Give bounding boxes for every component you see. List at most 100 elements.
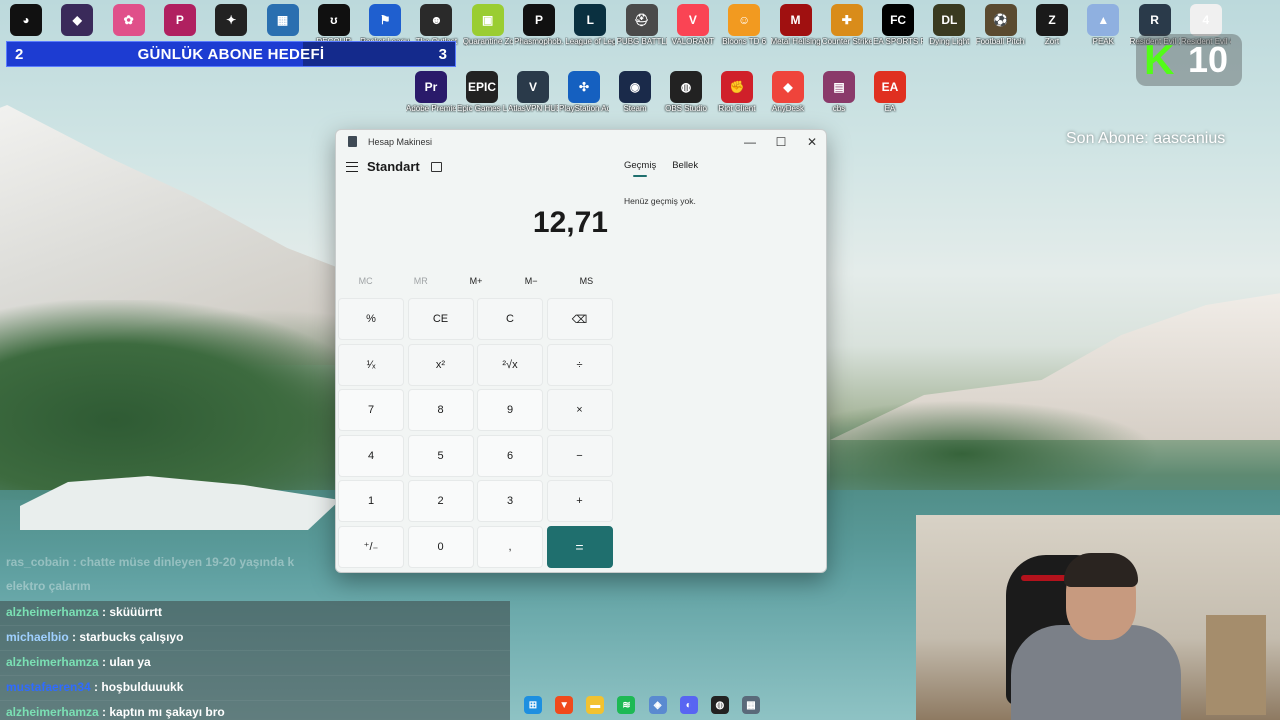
desktop-icon-dying-light[interactable]: DL Dying Light [924, 4, 974, 46]
app-4-icon: P [163, 4, 196, 36]
subtract-key[interactable]: − [546, 434, 613, 477]
digit-2-key[interactable]: 2 [407, 480, 474, 522]
desktop-icon-riot-client[interactable]: ✊ Riot Client [712, 71, 762, 113]
desktop-icon-league-of-legends[interactable]: LLeague of Legends [565, 4, 615, 46]
desktop-icon-playstation-accessories[interactable]: ✣PlayStation Accessories [559, 71, 609, 113]
spotify-icon[interactable]: ≋ [617, 696, 636, 714]
desktop-icon-atlasvpn-hub[interactable]: V AtlasVPN HUB [508, 71, 558, 113]
kick-count: 10 [1188, 39, 1229, 80]
digit-5-key[interactable]: 5 [407, 434, 474, 477]
digit-4-key[interactable]: 4 [338, 434, 404, 477]
title-bar[interactable]: Hesap Makinesi — ☐ ✕ [336, 130, 826, 154]
rocket-league-icon: ⚑ [369, 4, 402, 36]
league-of-legends-icon: L [574, 4, 607, 36]
maximize-button[interactable]: ☐ [773, 134, 789, 150]
desktop-icon-label: EA [884, 104, 896, 113]
desktop-icon-ea[interactable]: EA EA [865, 71, 915, 113]
navigation-menu-icon[interactable] [346, 162, 358, 172]
obs-icon[interactable]: ◍ [710, 696, 729, 714]
desktop-icon-peak[interactable]: ▲ PEAK [1078, 4, 1128, 46]
desktop-icon-steam[interactable]: ◉ Steam [610, 71, 660, 113]
desktop-icon-the-outlast[interactable]: ☻The Outlast [411, 4, 461, 46]
desktop-icon-valorant[interactable]: V VALORANT [668, 4, 718, 46]
desktop-icon-decour[interactable]: ʊDECOUR [309, 4, 359, 46]
chat-faded-line: elektro çalarım [6, 579, 91, 593]
windows-start-icon[interactable]: ⊞ [524, 696, 542, 714]
memory-mminus-button[interactable]: M− [505, 276, 558, 286]
memory-mplus-button[interactable]: M+ [449, 276, 502, 286]
calculator-window: Hesap Makinesi — ☐ ✕ Standart 12,71 MC MR… [335, 129, 827, 573]
digit-6-key[interactable]: 6 [477, 434, 543, 477]
webcam-feed [916, 515, 1280, 720]
desktop-icon-phasmophob[interactable]: P Phasmophob... [514, 4, 564, 46]
desktop-icon-label: Epic Games Launcher [457, 104, 507, 113]
equals-key[interactable]: = [546, 525, 613, 568]
desktop-icon-adobe-premiere-p[interactable]: PrAdobe Premiere P... [406, 71, 456, 113]
digit-1-key[interactable]: 1 [338, 480, 404, 522]
reciprocal-key[interactable]: ¹⁄ₓ [338, 343, 404, 386]
desktop-icon-ea-sports-fc-25[interactable]: FCEA SPORTS FC 25 [873, 4, 923, 46]
close-button[interactable]: ✕ [804, 134, 820, 150]
bloons-td-6-icon: ☺ [728, 4, 761, 36]
goal-target-count: 3 [438, 46, 447, 63]
square-key[interactable]: x² [407, 343, 474, 386]
desktop-icon-app-5[interactable]: ✦ [206, 4, 256, 37]
backspace-key[interactable]: ⌫ [546, 298, 613, 340]
desktop-icon-football-pitch-si[interactable]: ⚽Football Pitch Si... [976, 4, 1026, 46]
desktop-icon-rocket-league[interactable]: ⚑Rocket League [360, 4, 410, 46]
multiply-key[interactable]: × [546, 389, 613, 431]
tab-memory[interactable]: Bellek [672, 160, 698, 177]
add-key[interactable]: + [546, 480, 613, 522]
square-root-key[interactable]: ²√x [477, 343, 543, 386]
desktop-icon-metal-hellsinger[interactable]: MMetal Hellsinger [771, 4, 821, 46]
discord-icon[interactable]: ◐ [679, 696, 698, 714]
desktop-icon-app-2[interactable]: ◆ [52, 4, 102, 37]
obs-studio-icon: ◍ [670, 71, 702, 103]
epic-games-launcher-icon: EPIC [466, 71, 498, 103]
desktop-icon-cbs[interactable]: ▤ cbs [814, 71, 864, 113]
brave-browser-icon[interactable]: ▼ [555, 696, 574, 714]
desktop-icon-label: AnyDesk [771, 104, 804, 113]
percent-key[interactable]: % [338, 298, 404, 340]
digit-3-key[interactable]: 3 [477, 480, 543, 522]
peak-icon: ▲ [1087, 4, 1120, 36]
desktop-icon-epic-games-launcher[interactable]: EPICEpic Games Launcher [457, 71, 507, 113]
desktop-icon-anydesk[interactable]: ◆ AnyDesk [763, 71, 813, 113]
keep-on-top-icon[interactable] [431, 162, 442, 172]
memory-mr-button[interactable]: MR [394, 276, 447, 286]
desktop-icon-pubg-battlegr[interactable]: ⛑PUBG BATTLEGR... [617, 4, 667, 46]
calculator-app-icon [348, 136, 357, 147]
last-subscriber: Son Abone: aascanius [1066, 130, 1226, 147]
result-display: 12,71 [532, 206, 608, 239]
desktop-icon-app-1[interactable]: ◕ [1, 4, 51, 37]
clear-entry-key[interactable]: CE [407, 298, 474, 340]
desktop-icon-label: AtlasVPN HUB [508, 104, 558, 113]
digit-9-key[interactable]: 9 [477, 389, 543, 431]
digit-8-key[interactable]: 8 [407, 389, 474, 431]
file-explorer-icon[interactable]: ▬ [586, 696, 605, 714]
memory-mc-button[interactable]: MC [339, 276, 392, 286]
chat-text: : sküüürrtt [98, 605, 163, 619]
the-outlast-icon: ☻ [420, 4, 453, 36]
desktop-icon-counter-strike-2[interactable]: ✚Counter Strike 2 [822, 4, 872, 46]
clear-key[interactable]: C [477, 298, 543, 340]
digit-7-key[interactable]: 7 [338, 389, 404, 431]
desktop-icon-obs-studio[interactable]: ◍ OBS Studio [661, 71, 711, 113]
cbs-icon: ▤ [823, 71, 855, 103]
football-pitch-si-icon: ⚽ [984, 4, 1017, 36]
desktop-icon-app-4[interactable]: P [155, 4, 205, 37]
calculator-icon[interactable]: ▦ [741, 696, 760, 714]
divide-key[interactable]: ÷ [546, 343, 613, 386]
desktop-icon-bloons-td-6[interactable]: ☺ Bloons TD 6 [719, 4, 769, 46]
tab-history[interactable]: Geçmiş [624, 160, 656, 177]
ea-sports-fc-25-icon: FC [882, 4, 915, 36]
ea-icon: EA [874, 71, 906, 103]
desktop-icon-zort[interactable]: Z Zort [1027, 4, 1077, 46]
decour-icon: ʊ [317, 4, 350, 36]
app-icon[interactable]: ◈ [648, 696, 667, 714]
desktop-icon-app-3[interactable]: ✿ [104, 4, 154, 37]
desktop-icon-quarantine-zone-the[interactable]: ▣Quarantine Zone The... [463, 4, 513, 46]
memory-ms-button[interactable]: MS [560, 276, 613, 286]
desktop-icon-app-6[interactable]: ▦ [258, 4, 308, 37]
minimize-button[interactable]: — [742, 134, 758, 150]
